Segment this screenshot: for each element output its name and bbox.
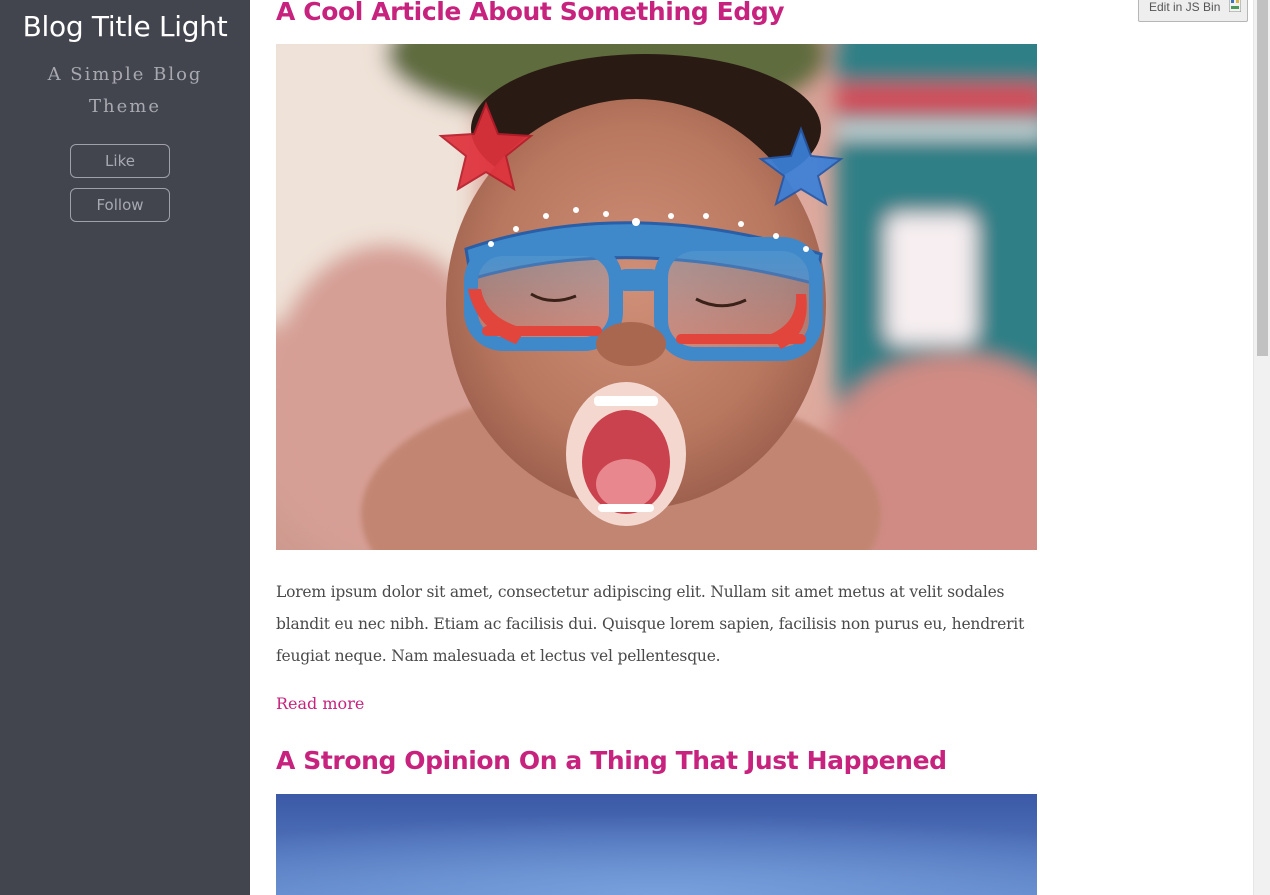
scrollbar-thumb[interactable] xyxy=(1257,0,1268,356)
post-excerpt: Lorem ipsum dolor sit amet, consectetur … xyxy=(276,583,1025,665)
vertical-scrollbar[interactable] xyxy=(1253,0,1270,895)
blog-title: Blog Title Light xyxy=(22,10,228,43)
blue-sky-photo xyxy=(276,794,1037,895)
edit-in-jsbin-button[interactable]: Edit in JS Bin xyxy=(1138,0,1248,22)
follow-button[interactable]: Follow xyxy=(70,188,170,222)
post-hero-image xyxy=(276,44,1037,550)
like-button[interactable]: Like xyxy=(70,144,170,178)
read-more-link[interactable]: Read more xyxy=(276,690,364,718)
jsbin-logo-icon xyxy=(1228,0,1242,13)
edit-in-jsbin-label: Edit in JS Bin xyxy=(1149,0,1221,14)
post-hero-image xyxy=(276,794,1037,895)
blog-subtitle: A Simple Blog Theme xyxy=(47,64,203,117)
boy-with-star-glasses-photo xyxy=(276,44,1037,550)
post-title[interactable]: A Strong Opinion On a Thing That Just Ha… xyxy=(276,746,947,776)
sidebar: Blog Title Light A Simple Blog Theme Lik… xyxy=(0,0,250,895)
post-title[interactable]: A Cool Article About Something Edgy xyxy=(276,0,785,27)
